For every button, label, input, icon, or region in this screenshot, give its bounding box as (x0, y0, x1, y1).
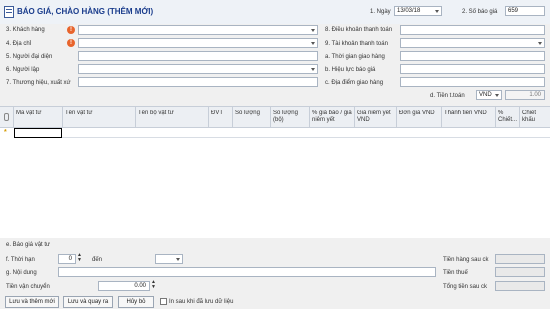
representative-field[interactable] (78, 51, 318, 61)
col-discount[interactable]: Chiết khấu (522, 110, 550, 124)
shipping-field[interactable]: 0.00 (98, 281, 150, 291)
customer-field[interactable] (78, 25, 318, 35)
new-row[interactable] (62, 128, 550, 138)
warning-icon: ! (67, 39, 75, 47)
delivery-time-label: a. Thời gian giao hàng (325, 54, 385, 60)
address-label: 4. Địa chỉ (6, 41, 32, 47)
currency-label: d. Tiền t.toán (430, 93, 465, 99)
warning-icon: ! (67, 26, 75, 34)
page-title: BÁO GIÁ, CHÀO HÀNG (THÊM MỚI) (17, 7, 154, 16)
col-discount-percent[interactable]: % Chiết... (498, 110, 518, 124)
title-bar: BÁO GIÁ, CHÀO HÀNG (THÊM MỚI) 1. Ngày 13… (0, 0, 550, 24)
grid-body[interactable]: * (0, 128, 550, 238)
content-label: g. Nội dung (6, 270, 37, 276)
validity-label: b. Hiệu lực báo giá (325, 67, 376, 73)
payment-terms-field[interactable] (400, 25, 545, 35)
total-label: Tổng tiền sau ck (443, 284, 488, 290)
date-label: 1. Ngày (370, 9, 391, 15)
quote-number-field[interactable]: 659 (505, 6, 545, 16)
col-price-ratio[interactable]: % giá báo / giá niêm yết (312, 110, 352, 124)
content-field[interactable] (58, 267, 436, 277)
delivery-place-field[interactable] (400, 77, 545, 87)
customer-label: 3. Khách hàng (6, 27, 45, 33)
creator-label: 6. Người lập (6, 67, 40, 73)
col-quantity-set[interactable]: Số lượng (bộ) (273, 110, 307, 124)
print-after-save-checkbox[interactable] (160, 298, 167, 305)
quote-number-label: 2. Số báo giá (462, 9, 498, 15)
save-and-new-button[interactable]: Lưu và thêm mới (5, 296, 59, 308)
payment-account-field[interactable] (400, 38, 545, 48)
shipping-stepper[interactable]: ▲ ▼ (151, 280, 156, 290)
col-unit-price[interactable]: Đơn giá VND (399, 110, 439, 117)
payment-account-label: 9. Tài khoản thanh toán (325, 41, 388, 47)
pin-icon (4, 113, 9, 121)
brand-origin-label: 7. Thương hiệu, xuất xứ (6, 80, 71, 86)
shipping-label: Tiền vận chuyển (6, 284, 50, 290)
period-field[interactable]: 0 (58, 254, 76, 264)
period-stepper[interactable]: ▲ ▼ (77, 253, 82, 263)
to-date-field[interactable] (155, 254, 183, 264)
grid-header: Mã vật tư Tên vật tư Tên bộ vật tư ĐVT S… (0, 106, 550, 129)
date-field[interactable]: 13/03/18 (394, 6, 442, 16)
tax-field (495, 267, 545, 277)
section-label: e. Báo giá vật tư (6, 242, 51, 248)
col-unit[interactable]: ĐVT (211, 110, 231, 117)
creator-field[interactable] (78, 64, 318, 74)
col-quantity[interactable]: Số lượng (235, 110, 269, 117)
document-icon (4, 6, 14, 18)
address-field[interactable] (78, 38, 318, 48)
total-field (495, 281, 545, 291)
tax-label: Tiền thuế (443, 270, 468, 276)
save-and-exit-button[interactable]: Lưu và quay ra (63, 296, 113, 308)
exchange-rate-field[interactable]: 1.00 (505, 90, 545, 100)
subtotal-label: Tiền hàng sau ck (443, 257, 489, 263)
print-after-save-label[interactable]: In sau khi đã lưu dữ liệu (169, 298, 233, 306)
representative-label: 5. Người đại diện (6, 54, 53, 60)
brand-origin-field[interactable] (78, 77, 318, 87)
col-amount[interactable]: Thành tiền VND (444, 110, 494, 117)
col-material-name[interactable]: Tên vật tư (65, 110, 135, 117)
period-label: f. Thời hạn (6, 257, 35, 263)
payment-terms-label: 8. Điều khoản thanh toán (325, 27, 393, 33)
delivery-time-field[interactable] (400, 51, 545, 61)
col-material-set-name[interactable]: Tên bộ vật tư (138, 110, 206, 117)
new-row-marker: * (4, 129, 7, 136)
validity-field[interactable] (400, 64, 545, 74)
currency-select[interactable]: VND (476, 90, 502, 100)
col-list-price[interactable]: Giá niêm yết VND (357, 110, 395, 124)
col-material-code[interactable]: Mã vật tư (16, 110, 60, 117)
subtotal-field (495, 254, 545, 264)
cancel-button[interactable]: Hủy bỏ (118, 296, 154, 308)
new-row-code-cell[interactable] (14, 128, 62, 138)
to-label: đến (92, 257, 103, 263)
delivery-place-label: c. Địa điểm giao hàng (325, 80, 384, 86)
